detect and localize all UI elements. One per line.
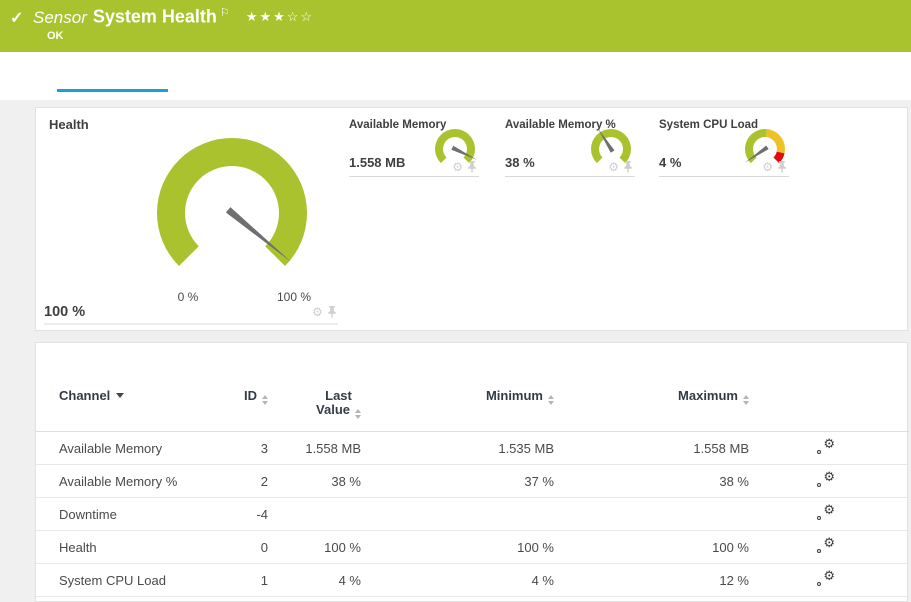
- cell-id: 0: [226, 531, 268, 564]
- column-header-last-value[interactable]: LastValue: [268, 343, 361, 432]
- cell-maximum: 1.558 MB: [554, 432, 749, 465]
- cell-minimum: 100 %: [361, 531, 554, 564]
- stars-filled: ★★★: [246, 9, 287, 24]
- channels-table: Channel ID LastValue Minimum Maximum Ava…: [36, 343, 909, 597]
- gauge-max-label: 100 %: [264, 290, 324, 304]
- column-header-minimum[interactable]: Minimum: [361, 343, 554, 432]
- flag-icon[interactable]: ⚐: [220, 7, 230, 19]
- page-title: System Health: [93, 7, 217, 27]
- cell-channel[interactable]: Downtime: [36, 498, 226, 531]
- sort-desc-icon: [116, 393, 124, 398]
- stars-empty: ☆☆: [287, 9, 314, 24]
- table-row[interactable]: Health 0 100 % 100 % 100 % ⚙: [36, 531, 909, 564]
- cell-last-value: 4 %: [268, 564, 361, 597]
- mini-gauge-panel: System CPU Load 4 % ⚙: [659, 119, 789, 177]
- table-row[interactable]: Available Memory % 2 38 % 37 % 38 % ⚙: [36, 465, 909, 498]
- channel-settings-icon[interactable]: ⚙: [817, 571, 835, 587]
- cell-maximum: 100 %: [554, 531, 749, 564]
- gauge-title: Health: [49, 117, 89, 132]
- gauge-controls: ⚙: [312, 306, 337, 318]
- gauge-controls: ⚙: [608, 161, 633, 173]
- cell-minimum: 37 %: [361, 465, 554, 498]
- cell-channel[interactable]: Available Memory: [36, 432, 226, 465]
- cell-last-value: 1.558 MB: [268, 432, 361, 465]
- cell-minimum: 4 %: [361, 564, 554, 597]
- cell-id: 2: [226, 465, 268, 498]
- gauge-value: 1.558 MB: [349, 155, 405, 170]
- column-header-actions: [749, 343, 909, 432]
- gauge-value: 100 %: [44, 304, 85, 320]
- gauge-controls: ⚙: [452, 161, 477, 173]
- status-badge: OK: [47, 30, 64, 42]
- cell-last-value: 100 %: [268, 531, 361, 564]
- cell-actions: ⚙: [749, 498, 909, 531]
- cell-actions: ⚙: [749, 531, 909, 564]
- column-header-channel[interactable]: Channel: [36, 343, 226, 432]
- cell-last-value: 38 %: [268, 465, 361, 498]
- channels-table-panel: Channel ID LastValue Minimum Maximum Ava…: [35, 342, 908, 602]
- cell-maximum: 12 %: [554, 564, 749, 597]
- channel-settings-icon[interactable]: ⚙: [817, 538, 835, 554]
- cell-id: 3: [226, 432, 268, 465]
- cell-actions: ⚙: [749, 564, 909, 597]
- gauge-value: 4 %: [659, 155, 681, 170]
- column-header-id[interactable]: ID: [226, 343, 268, 432]
- sort-icon: [548, 395, 554, 405]
- cell-id: -4: [226, 498, 268, 531]
- check-icon: ✓: [10, 8, 23, 28]
- cell-channel[interactable]: Health: [36, 531, 226, 564]
- star-rating[interactable]: ★★★☆☆: [246, 9, 314, 24]
- overview-gauges-panel: Health 0 % 100 % 100 % ⚙ Available Memor…: [35, 107, 908, 331]
- cell-maximum: 38 %: [554, 465, 749, 498]
- cell-channel[interactable]: Available Memory %: [36, 465, 226, 498]
- sensor-header: ✓ Sensor System Health⚐ ★★★☆☆ OK: [0, 0, 911, 52]
- channel-settings-icon[interactable]: ⚙: [817, 439, 835, 455]
- cell-actions: ⚙: [749, 465, 909, 498]
- gear-icon[interactable]: ⚙: [312, 306, 323, 318]
- cell-maximum: [554, 498, 749, 531]
- health-gauge: [142, 128, 322, 288]
- table-row[interactable]: System CPU Load 1 4 % 4 % 12 % ⚙: [36, 564, 909, 597]
- mini-gauge-panel: Available Memory % 38 % ⚙: [505, 119, 635, 177]
- cell-actions: ⚙: [749, 432, 909, 465]
- sort-icon: [262, 395, 268, 405]
- cell-minimum: 1.535 MB: [361, 432, 554, 465]
- cell-channel[interactable]: System CPU Load: [36, 564, 226, 597]
- gear-icon[interactable]: ⚙: [762, 161, 773, 173]
- mini-gauge-panel: Available Memory 1.558 MB ⚙: [349, 119, 479, 177]
- column-header-maximum[interactable]: Maximum: [554, 343, 749, 432]
- channel-settings-icon[interactable]: ⚙: [817, 505, 835, 521]
- table-header-row: Channel ID LastValue Minimum Maximum: [36, 343, 909, 432]
- gear-icon[interactable]: ⚙: [452, 161, 463, 173]
- pin-icon[interactable]: [467, 161, 477, 173]
- table-row[interactable]: Available Memory 3 1.558 MB 1.535 MB 1.5…: [36, 432, 909, 465]
- pin-icon[interactable]: [327, 306, 337, 318]
- channel-settings-icon[interactable]: ⚙: [817, 472, 835, 488]
- sort-icon: [355, 409, 361, 419]
- pin-icon[interactable]: [777, 161, 787, 173]
- gear-icon[interactable]: ⚙: [608, 161, 619, 173]
- cell-minimum: [361, 498, 554, 531]
- gauge-min-label: 0 %: [158, 290, 218, 304]
- gauge-controls: ⚙: [762, 161, 787, 173]
- tab-bar: OverviewLive Data2days30days365daysHisto…: [0, 52, 911, 100]
- gauge-value: 38 %: [505, 155, 535, 170]
- table-row[interactable]: Downtime -4 ⚙: [36, 498, 909, 531]
- cell-id: 1: [226, 564, 268, 597]
- active-tab-indicator: [57, 89, 168, 92]
- divider: [44, 323, 338, 325]
- cell-last-value: [268, 498, 361, 531]
- pin-icon[interactable]: [623, 161, 633, 173]
- sensor-type-label: Sensor: [33, 8, 87, 27]
- sort-icon: [743, 395, 749, 405]
